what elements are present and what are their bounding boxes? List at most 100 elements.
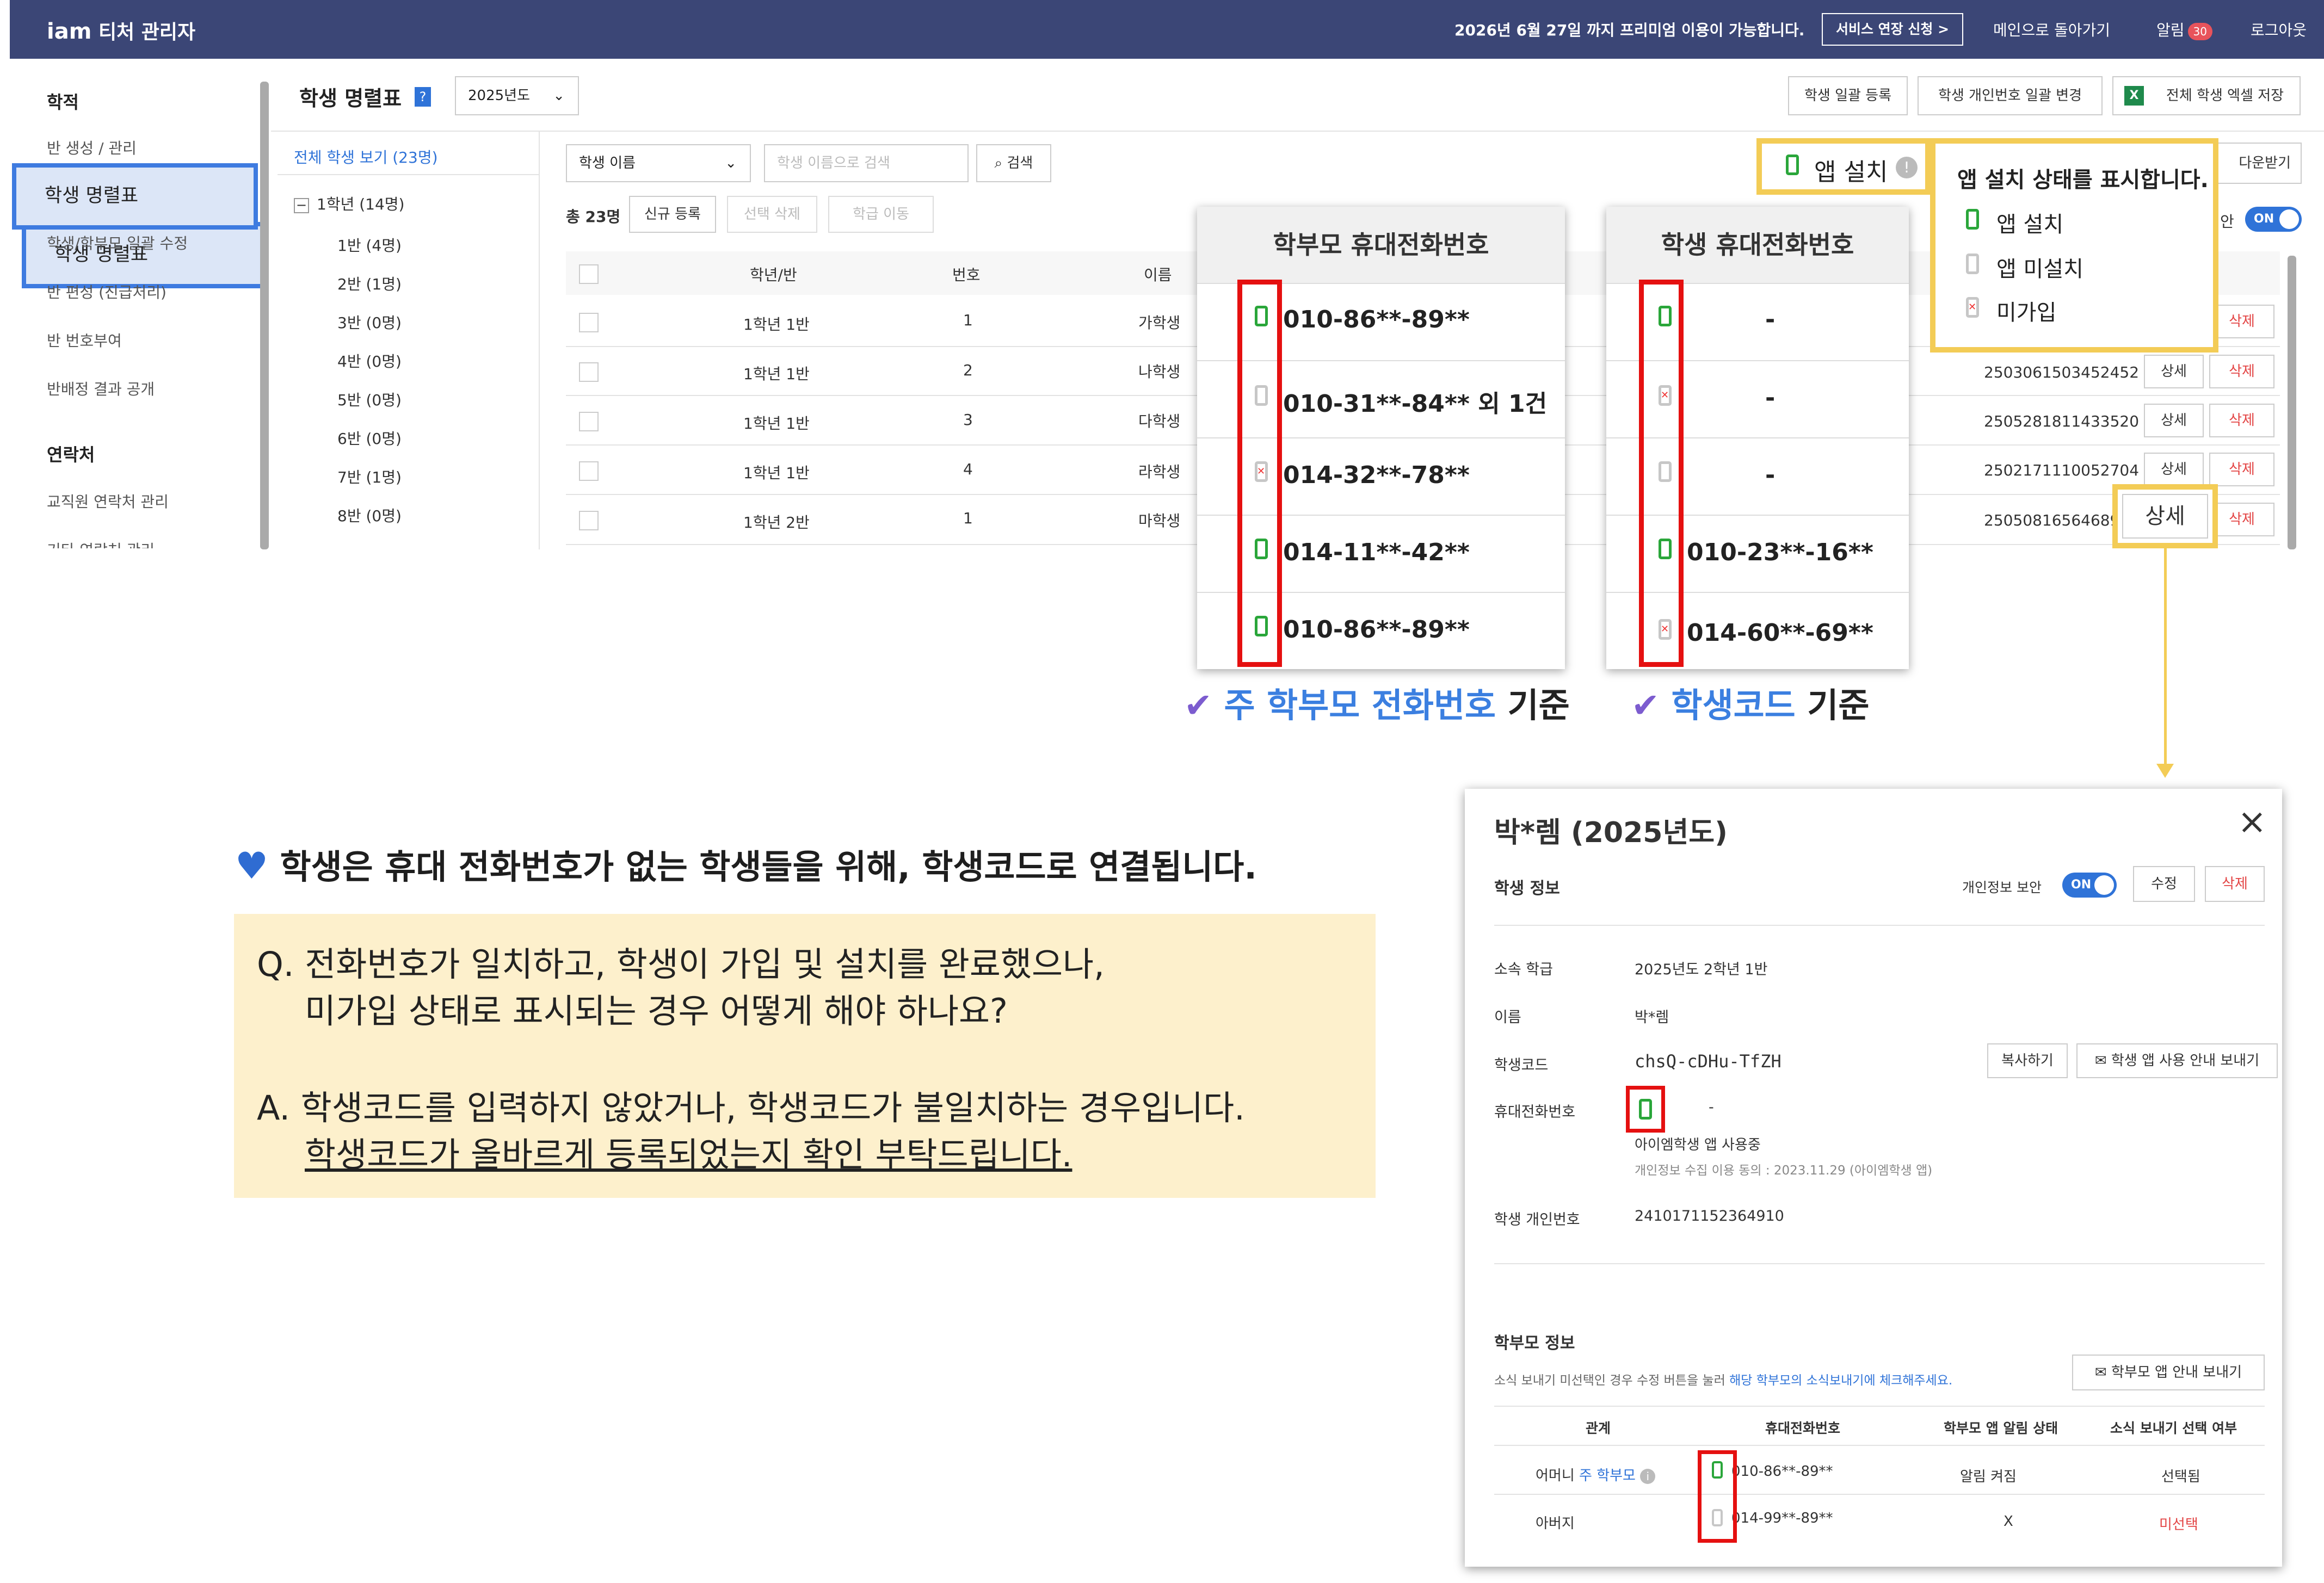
year-select[interactable]: 2025년도 ⌄ xyxy=(455,76,579,115)
extend-service-button[interactable]: 서비스 연장 신청 > xyxy=(1822,13,1963,46)
privacy-toggle[interactable]: ON xyxy=(2062,873,2117,898)
row-delete-button[interactable]: 삭제 xyxy=(2209,453,2274,486)
bulk-register-button[interactable]: 학생 일괄 등록 xyxy=(1788,76,1908,115)
divider xyxy=(1494,1263,2265,1264)
tree-class-2[interactable]: 2반 (1명) xyxy=(337,273,402,294)
callout-connector-line xyxy=(2164,548,2167,766)
new-register-button[interactable]: 신규 등록 xyxy=(629,196,716,233)
row-number: 1 xyxy=(963,311,973,329)
row-delete-button[interactable]: 삭제 xyxy=(2209,503,2274,536)
sidebar-item-staff-contacts[interactable]: 교직원 연락처 관리 xyxy=(47,490,169,512)
sidebar-item-class-assign[interactable]: 반 편성 (진급처리) xyxy=(47,281,167,302)
tree-class-7[interactable]: 7반 (1명) xyxy=(337,466,402,487)
edit-button[interactable]: 수정 xyxy=(2133,866,2195,902)
sidebar-item-bulk-edit-label[interactable]: 학생/학부모 일괄 수정 xyxy=(47,232,188,253)
search-icon: ⌕ xyxy=(994,155,1003,171)
phone-installed-icon xyxy=(1786,154,1799,175)
section-parent-info: 학부모 정보 xyxy=(1494,1334,1575,1353)
row-name: 나학생 xyxy=(1138,363,1181,381)
alarm-link[interactable]: 알림 30 xyxy=(2156,18,2212,40)
alarm-count-badge: 30 xyxy=(2187,23,2212,40)
tree-divider xyxy=(278,174,539,175)
value-class: 2025년도 2학년 1반 xyxy=(1635,961,1768,978)
caption-parent-basis: ✔ 주 학부모 전화번호 기준 xyxy=(1184,685,1570,725)
sidebar-section-academic: 학적 xyxy=(47,92,79,113)
tree-grade-1[interactable]: −1학년 (14명) xyxy=(294,193,404,214)
send-parent-guide-button[interactable]: ✉ 학부모 앱 안내 보내기 xyxy=(2072,1355,2265,1390)
row-student-number: 2502171110052704 xyxy=(1984,461,2140,479)
premium-notice: 2026년 6월 27일 까지 프리미엄 이용이 가능합니다. xyxy=(1454,21,1805,39)
select-all-checkbox[interactable] xyxy=(579,264,599,284)
row-name: 라학생 xyxy=(1138,463,1181,481)
faq-question-line-1: Q. 전화번호가 일치하고, 학생이 가입 및 설치를 완료했으나, xyxy=(257,944,1105,984)
row-delete-button[interactable]: 삭제 xyxy=(2209,404,2274,437)
faq-answer-line-1: A. 학생코드를 입력하지 않았거나, 학생코드가 불일치하는 경우입니다. xyxy=(257,1088,1245,1128)
row-checkbox[interactable] xyxy=(579,313,599,332)
delete-selected-button[interactable]: 선택 삭제 xyxy=(727,196,817,233)
tree-class-3[interactable]: 3반 (0명) xyxy=(337,311,402,333)
row-class: 1학년 1반 xyxy=(743,365,810,383)
tree-class-6[interactable]: 6반 (0명) xyxy=(337,427,402,449)
label-code: 학생코드 xyxy=(1494,1057,1549,1074)
row-checkbox[interactable] xyxy=(579,412,599,431)
copy-button[interactable]: 복사하기 xyxy=(1987,1043,2068,1078)
sidebar-item-other-contacts[interactable]: 기타 연락처 관리 xyxy=(47,539,155,548)
download-button[interactable]: 다운받기 xyxy=(2209,143,2302,184)
row-checkbox[interactable] xyxy=(579,461,599,481)
row-number: 3 xyxy=(963,411,973,429)
search-button[interactable]: ⌕ 검색 xyxy=(976,144,1051,182)
excel-export-button[interactable]: X 전체 학생 엑셀 저장 xyxy=(2112,76,2301,115)
col-phone: 휴대전화번호 xyxy=(1765,1420,1841,1436)
sidebar-item-student-roster-highlight[interactable]: 학생 명렬표 xyxy=(12,163,258,230)
help-icon[interactable]: ? xyxy=(415,87,431,107)
bulk-number-change-button[interactable]: 학생 개인번호 일괄 변경 xyxy=(1918,76,2103,115)
logout-link[interactable]: 로그아웃 xyxy=(2251,18,2307,40)
faq-answer-line-2: 학생코드가 올바르게 등록되었는지 확인 부탁드립니다. xyxy=(305,1135,1072,1174)
page-title: 학생 명렬표 xyxy=(299,86,402,110)
tree-class-1[interactable]: 1반 (4명) xyxy=(337,234,402,256)
search-field-select[interactable]: 학생 이름 ⌄ xyxy=(566,144,751,182)
row-detail-button[interactable]: 상세 xyxy=(2144,453,2204,486)
label-personal-number: 학생 개인번호 xyxy=(1494,1211,1580,1228)
student-popup-header: 학생 휴대전화번호 xyxy=(1606,207,1909,283)
row-class: 1학년 1반 xyxy=(743,415,810,432)
row-checkbox[interactable] xyxy=(579,511,599,530)
parent-status-highlight xyxy=(1237,280,1282,667)
parent-send-selection: 선택됨 xyxy=(2161,1469,2200,1485)
parent-phone: 014-99**-89** xyxy=(1731,1510,1833,1526)
col-number-header: 번호 xyxy=(952,266,981,284)
move-class-button[interactable]: 학급 이동 xyxy=(828,196,934,233)
info-icon[interactable]: ! xyxy=(1896,157,1918,178)
tree-class-8[interactable]: 8반 (0명) xyxy=(337,504,402,526)
col-send-selection: 소식 보내기 선택 여부 xyxy=(2110,1420,2237,1436)
tree-all-students[interactable]: 전체 학생 보기 (23명) xyxy=(294,146,438,168)
sidebar-item-assign-result[interactable]: 반배정 결과 공개 xyxy=(47,378,155,399)
tree-class-4[interactable]: 4반 (0명) xyxy=(337,350,402,372)
row-detail-button[interactable]: 상세 xyxy=(2144,355,2204,388)
close-icon[interactable]: × xyxy=(2237,802,2267,842)
sidebar-section-contacts: 연락처 xyxy=(47,444,95,465)
app-install-status-label[interactable]: 앱 설치 ! xyxy=(1756,138,1931,195)
row-delete-button[interactable]: 삭제 xyxy=(2209,305,2274,338)
tree-class-5[interactable]: 5반 (0명) xyxy=(337,388,402,410)
sidebar-item-number-assign[interactable]: 반 번호부여 xyxy=(47,329,122,351)
send-student-guide-button[interactable]: ✉ 학생 앱 사용 안내 보내기 xyxy=(2076,1043,2278,1078)
privacy-toggle[interactable]: ON xyxy=(2245,207,2302,232)
row-name: 마학생 xyxy=(1138,512,1181,530)
row-checkbox[interactable] xyxy=(579,362,599,382)
main-link[interactable]: 메인으로 돌아가기 xyxy=(1993,18,2110,40)
sidebar-item-class-manage[interactable]: 반 생성 / 관리 xyxy=(47,137,137,158)
info-icon[interactable]: i xyxy=(1640,1469,1656,1484)
delete-button[interactable]: 삭제 xyxy=(2205,866,2265,902)
row-detail-button[interactable]: 상세 xyxy=(2144,404,2204,437)
collapse-icon[interactable]: − xyxy=(294,198,309,213)
sidebar-scrollbar[interactable] xyxy=(260,82,269,549)
detail-button-zoomed[interactable]: 상세 xyxy=(2122,494,2208,539)
app-logo[interactable]: iam 티처 관리자 xyxy=(47,16,195,45)
table-scrollbar[interactable] xyxy=(2288,256,2296,549)
row-student-number: 2503061503452452 xyxy=(1984,363,2140,381)
search-input[interactable]: 학생 이름으로 검색 xyxy=(764,144,969,182)
row-delete-button[interactable]: 삭제 xyxy=(2209,355,2274,388)
excel-icon: X xyxy=(2124,86,2144,106)
parent-relation: 어머니 주 학부모 i xyxy=(1536,1464,1656,1485)
